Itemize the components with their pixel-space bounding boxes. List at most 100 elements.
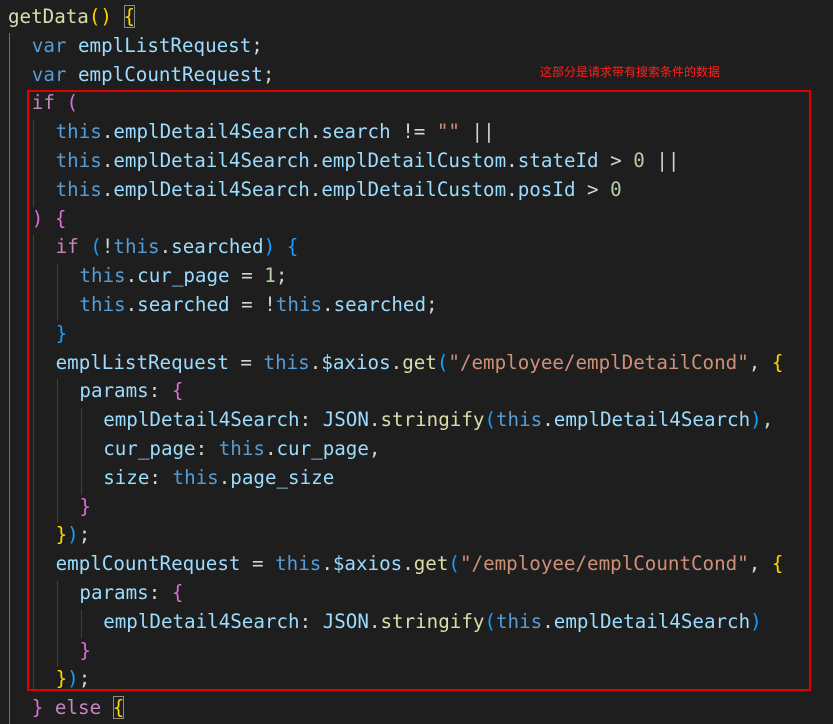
punctuation-token [55, 91, 67, 114]
code-line[interactable]: getData() { [8, 2, 136, 31]
punctuation-token: . [125, 264, 138, 288]
identifier-token: emplDetail4Search [103, 408, 300, 432]
code-line[interactable]: }); [56, 664, 91, 693]
punctuation-token: . [506, 177, 518, 201]
punctuation-token: ; [262, 62, 275, 86]
identifier-token: params [79, 581, 149, 604]
code-line[interactable]: } [79, 636, 91, 665]
keyword-token: this [55, 177, 102, 201]
indent-guide [81, 408, 82, 495]
punctuation-token: , [748, 350, 772, 374]
punctuation-token: . [390, 350, 403, 374]
punctuation-token [112, 5, 124, 28]
bracket-token: ( [448, 552, 460, 576]
identifier-token: searched [333, 293, 427, 316]
code-line[interactable]: size: this.page_size [103, 463, 334, 492]
function-token: get [413, 552, 449, 576]
punctuation-token: : [195, 437, 219, 460]
identifier-token: emplDetailCustom [321, 177, 507, 201]
punctuation-token: ; [78, 667, 91, 691]
keyword-token: this [218, 437, 265, 460]
identifier-token: emplDetail4Search [113, 120, 310, 144]
punctuation-token: . [402, 552, 414, 576]
punctuation-token: . [264, 437, 277, 460]
keyword-token: this [113, 235, 160, 259]
identifier-token: emplDetail4Search [113, 149, 310, 172]
code-line[interactable]: params: { [79, 578, 183, 607]
identifier-token: cur_page [276, 437, 369, 460]
code-line[interactable]: var emplListRequest; [32, 31, 263, 60]
code-line[interactable]: emplDetail4Search: JSON.stringify(this.e… [103, 405, 773, 434]
identifier-token: page_size [230, 465, 335, 489]
identifier-token: emplDetail4Search [553, 408, 751, 432]
punctuation-token: ; [78, 523, 91, 547]
code-line[interactable]: } else { [32, 693, 125, 722]
keyword-token: this [172, 465, 219, 489]
code-line[interactable]: this.emplDetail4Search.emplDetailCustom.… [56, 146, 680, 175]
bracket-token: () [88, 5, 112, 28]
identifier-token: emplDetail4Search [103, 609, 300, 633]
punctuation-token: . [159, 235, 172, 259]
number-token: 0 [633, 149, 645, 172]
code-line[interactable]: ) { [32, 204, 67, 233]
identifier-token: emplDetailCustom [321, 149, 507, 172]
indent-guide [81, 610, 82, 638]
keyword-token: this [275, 293, 323, 316]
code-line[interactable]: }); [56, 520, 91, 549]
code-line[interactable]: emplDetail4Search: JSON.stringify(this.e… [103, 607, 762, 636]
code-line[interactable]: } [56, 319, 68, 348]
code-line[interactable]: emplCountRequest = this.$axios.get("/emp… [56, 549, 784, 578]
function-token: stringify [380, 408, 485, 432]
string-token: "/employee/emplCountCond" [459, 552, 749, 576]
bracket-token: { [771, 350, 784, 374]
indent-guide [33, 235, 34, 691]
punctuation-token: > [575, 177, 611, 201]
indent-guide [57, 264, 58, 321]
identifier-token: params [79, 379, 149, 403]
identifier-token: posId [517, 177, 576, 201]
bracket-token: ( [436, 350, 449, 374]
identifier-token: size [103, 465, 150, 489]
bracket-token: { [54, 206, 67, 230]
punctuation-token: = ! [229, 293, 276, 316]
punctuation-token: = [240, 552, 276, 576]
code-line[interactable]: if (!this.searched) { [56, 232, 299, 261]
keyword-token: this [263, 350, 310, 374]
indent-guide [57, 581, 58, 667]
punctuation-token: . [542, 408, 554, 432]
number-token: 1 [264, 264, 276, 288]
code-line[interactable]: if ( [32, 88, 78, 117]
punctuation-token: . [218, 465, 231, 489]
bracket-token: ) [67, 667, 79, 691]
code-line[interactable]: this.searched = !this.searched; [79, 290, 437, 319]
code-line[interactable]: this.emplDetail4Search.search != "" || [56, 117, 495, 146]
punctuation-token: : [148, 581, 172, 604]
number-token: 0 [610, 177, 622, 201]
keyword-token: this [55, 149, 102, 172]
keyword-token: this [79, 264, 126, 288]
code-line[interactable]: } [79, 492, 91, 521]
punctuation-token: ; [251, 33, 263, 57]
punctuation-token: ; [426, 293, 438, 316]
keyword-token: this [496, 408, 543, 432]
punctuation-token: = [229, 264, 265, 288]
bracket-token: } [55, 321, 68, 345]
punctuation-token: . [101, 149, 114, 172]
bracket-token: ( [90, 235, 102, 259]
code-line[interactable]: this.emplDetail4Search.emplDetailCustom.… [56, 175, 622, 204]
code-line[interactable]: this.cur_page = 1; [79, 261, 287, 290]
keyword-token: this [55, 120, 102, 144]
bracket-token: { [171, 581, 184, 604]
code-line[interactable]: emplListRequest = this.$axios.get("/empl… [56, 348, 784, 377]
code-line[interactable]: cur_page: this.cur_page, [103, 434, 380, 463]
punctuation-token [43, 696, 55, 719]
identifier-token: search [321, 120, 391, 144]
bracket-token: { [771, 552, 784, 576]
code-line[interactable]: var emplCountRequest; [32, 60, 275, 89]
punctuation-token: . [542, 609, 554, 633]
code-line[interactable]: params: { [79, 376, 183, 405]
punctuation-token: != [390, 120, 437, 144]
identifier-token: $axios [321, 350, 391, 374]
punctuation-token [79, 235, 91, 258]
code-editor[interactable]: getData() {var emplListRequest; var emplC… [0, 0, 833, 724]
